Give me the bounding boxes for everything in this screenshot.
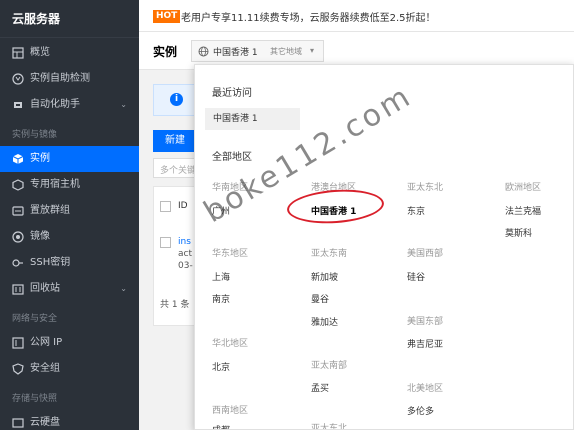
search-placeholder: 多个关键 <box>160 166 197 176</box>
public-ip-icon <box>12 337 24 349</box>
sidebar-item-instance[interactable]: 实例 <box>0 146 139 172</box>
sidebar-section-instances: 实例与镜像 <box>12 130 58 140</box>
sidebar-item-label: 镜像 <box>30 231 50 242</box>
instance-icon <box>12 153 24 165</box>
column-header-id: ID <box>178 201 188 211</box>
chevron-down-icon: ⌄ <box>120 100 127 109</box>
sidebar-item-image[interactable]: 镜像 <box>0 224 139 250</box>
sidebar-section-network: 网络与安全 <box>12 314 58 324</box>
sidebar-item-label: 置放群组 <box>30 205 70 216</box>
sidebar-item-cloud-disk[interactable]: 云硬盘 <box>0 410 139 430</box>
sidebar-item-label: 专用宿主机 <box>30 179 80 190</box>
area-label: 美国西部 <box>407 249 444 259</box>
automation-icon <box>12 99 24 111</box>
chevron-down-icon: ⌄ <box>120 284 127 293</box>
sidebar-item-self-check[interactable]: 实例自助检测 <box>0 66 139 92</box>
sidebar-item-label: 回收站 <box>30 283 60 294</box>
sidebar-item-label: 云硬盘 <box>30 417 60 428</box>
region-option[interactable]: 广州 <box>212 204 230 217</box>
sidebar-item-recycle-bin[interactable]: 回收站 ⌄ <box>0 276 139 302</box>
info-icon: i <box>170 93 183 106</box>
region-selector[interactable]: 中国香港 1 其它地域 ▾ <box>191 40 324 62</box>
placement-group-icon <box>12 205 24 217</box>
table-footer-count: 共 1 条 <box>160 300 190 310</box>
banner-text[interactable]: 老用户专享11.11续费专场，云服务器续费低至2.5折起！ <box>181 9 436 24</box>
page-title: 实例 <box>153 45 178 59</box>
region-option[interactable]: 多伦多 <box>407 404 434 417</box>
area-label: 美国东部 <box>407 317 444 327</box>
sidebar-title: 云服务器 <box>0 0 139 38</box>
region-option[interactable]: 法兰克福 <box>505 204 541 217</box>
sidebar-item-overview[interactable]: 概览 <box>0 40 139 66</box>
instance-status: act <box>178 249 192 259</box>
region-option[interactable]: 上海 <box>212 270 230 283</box>
sidebar-item-public-ip[interactable]: 公网 IP <box>0 330 139 356</box>
region-option[interactable]: 曼谷 <box>311 292 329 305</box>
select-all-checkbox[interactable] <box>160 201 171 212</box>
globe-icon <box>198 46 209 57</box>
area-label: 亚太东北 <box>407 183 444 193</box>
region-current: 中国香港 1 <box>213 48 258 58</box>
caret-down-icon: ▾ <box>310 46 315 55</box>
instance-date: 03- <box>178 261 193 271</box>
region-option[interactable]: 成都 <box>212 423 230 429</box>
region-dropdown: 最近访问 中国香港 1 全部地区 华南地区 广州 华东地区 上海 南京 华北地区… <box>194 64 574 430</box>
sidebar-item-label: 自动化助手 <box>30 99 80 110</box>
area-label: 西南地区 <box>212 406 249 416</box>
area-label: 华北地区 <box>212 339 249 349</box>
host-icon <box>12 179 24 191</box>
sidebar-item-label: 安全组 <box>30 363 60 374</box>
region-option[interactable]: 雅加达 <box>311 315 338 328</box>
region-option[interactable]: 莫斯科 <box>505 226 532 239</box>
region-option[interactable]: 北京 <box>212 360 230 373</box>
shield-icon <box>12 363 24 375</box>
row-checkbox[interactable] <box>160 237 171 248</box>
recycle-bin-icon <box>12 283 24 295</box>
recent-region-item[interactable]: 中国香港 1 <box>205 108 300 130</box>
key-icon <box>12 257 24 269</box>
region-option[interactable]: 新加坡 <box>311 270 338 283</box>
sidebar-item-ssh-key[interactable]: SSH密钥 <box>0 250 139 276</box>
region-option[interactable]: 硅谷 <box>407 270 425 283</box>
region-option[interactable]: 南京 <box>212 292 230 305</box>
image-icon <box>12 231 24 243</box>
promo-banner[interactable]: HOT 老用户专享11.11续费专场，云服务器续费低至2.5折起！ <box>139 0 574 32</box>
area-label: 华东地区 <box>212 249 249 259</box>
region-option-selected[interactable]: 中国香港 1 <box>311 204 356 217</box>
self-check-icon <box>12 73 24 85</box>
hot-badge: HOT <box>153 10 181 23</box>
sidebar-item-automation[interactable]: 自动化助手 ⌄ <box>0 92 139 118</box>
area-label: 欧洲地区 <box>505 183 542 193</box>
instance-id-link[interactable]: ins <box>178 237 191 247</box>
area-label: 亚太南部 <box>311 361 348 371</box>
all-regions-title: 全部地区 <box>212 152 252 163</box>
region-other: 其它地域 <box>270 47 302 56</box>
recent-title: 最近访问 <box>212 88 252 99</box>
region-option[interactable]: 东京 <box>407 204 425 217</box>
sidebar-item-label: 实例 <box>30 153 50 164</box>
area-label: 华南地区 <box>212 183 249 193</box>
new-instance-button[interactable]: 新建 <box>153 130 197 152</box>
sidebar-item-security-group[interactable]: 安全组 <box>0 356 139 382</box>
area-label: 港澳台地区 <box>311 183 357 193</box>
area-label: 北美地区 <box>407 384 444 394</box>
disk-icon <box>12 417 24 429</box>
sidebar-item-placement-group[interactable]: 置放群组 <box>0 198 139 224</box>
area-label: 亚太东南 <box>311 249 348 259</box>
sidebar-item-label: 实例自助检测 <box>30 73 90 84</box>
sidebar-item-label: 公网 IP <box>30 337 63 348</box>
region-option[interactable]: 弗吉尼亚 <box>407 337 443 350</box>
area-label: 亚太东北 <box>311 424 348 430</box>
sidebar-item-label: 概览 <box>30 47 50 58</box>
sidebar-section-storage: 存储与快照 <box>12 394 58 404</box>
sidebar-item-dedicated-host[interactable]: 专用宿主机 <box>0 172 139 198</box>
region-option[interactable]: 孟买 <box>311 381 329 394</box>
sidebar-item-label: SSH密钥 <box>30 257 71 268</box>
overview-icon <box>12 47 24 59</box>
sidebar: 云服务器 概览 实例自助检测 自动化助手 ⌄ 实例与镜像 实例 专用宿主机 置放… <box>0 0 139 430</box>
